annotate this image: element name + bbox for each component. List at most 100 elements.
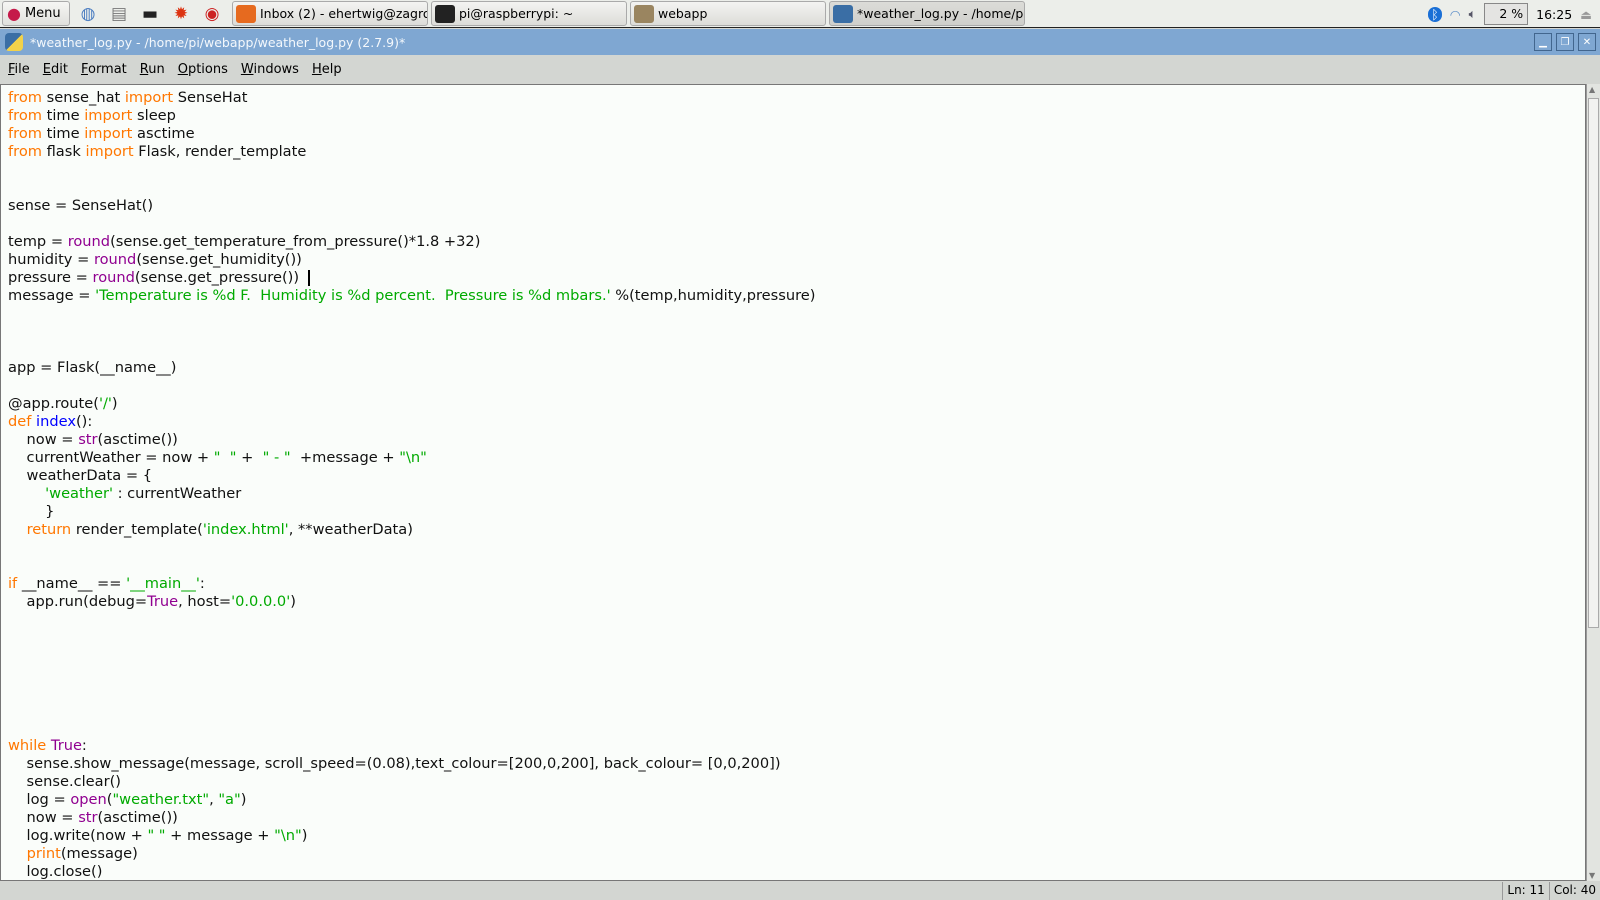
code-line: weatherData = { [8,467,1585,485]
taskbar-task[interactable]: *weather_log.py - /home/pi/... [829,1,1025,26]
code-token: } [8,503,55,520]
folder-icon [634,4,654,23]
code-token: : [81,737,87,754]
code-token: (sense.get_temperature_from_pressure()*1… [110,233,481,250]
wolfram-icon[interactable]: ◉ [199,2,225,26]
volume-icon[interactable]: 🔈︎ [1469,6,1477,22]
code-line: humidity = round(sense.get_humidity()) [8,251,1585,269]
taskbar-task[interactable]: webapp [630,1,826,26]
wifi-icon[interactable]: ◠ [1450,7,1461,22]
code-token: now = [8,809,79,826]
window-title: *weather_log.py - /home/pi/webapp/weathe… [30,34,406,50]
scrollbar-thumb[interactable] [1588,98,1599,628]
maximize-button[interactable]: ❐ [1556,33,1574,51]
code-token: +message + [290,449,400,466]
code-token: sense.clear() [8,773,121,790]
bluetooth-icon[interactable]: ᛒ [1428,6,1442,22]
code-token: (asctime()) [97,431,178,448]
code-token: asctime [132,125,195,142]
code-token: str [78,431,98,448]
eject-icon[interactable]: ⏏ [1580,7,1592,22]
code-token: , host= [178,593,232,610]
menu-windows[interactable]: Windows [241,62,299,77]
menu-run[interactable]: Run [140,62,165,77]
line-indicator: Ln: 11 [1502,882,1548,900]
code-line: while True: [8,737,1585,755]
cpu-usage: 2 % [1484,3,1529,25]
code-token: sleep [132,107,176,124]
code-line: print(message) [8,845,1585,863]
code-token: import [84,107,133,124]
web-browser-icon[interactable]: ◍ [75,2,101,26]
code-line: def index(): [8,413,1585,431]
code-token: render_template( [71,521,203,538]
menu-format[interactable]: Format [81,62,127,77]
code-token: ) [301,827,308,844]
code-editor[interactable]: from sense_hat import SenseHat from time … [0,84,1586,881]
code-token: '__main__' [126,575,200,592]
firefox-icon [236,4,256,23]
code-token: "a" [218,791,241,808]
code-token: ) [240,791,247,808]
code-line: from flask import Flask, render_template [8,143,1585,161]
code-line: message = 'Temperature is %d F. Humidity… [8,287,1585,305]
scroll-up-icon[interactable]: ▲ [1589,85,1595,94]
code-token: sense.show_message(message, scroll_speed… [8,755,781,772]
code-token: sense_hat [41,89,125,106]
code-token: (message) [60,845,138,862]
window-titlebar: *weather_log.py - /home/pi/webapp/weathe… [0,29,1600,55]
mathematica-icon[interactable]: ✹ [168,2,194,26]
menu-button[interactable]: ● Menu [2,1,70,26]
taskbar-task[interactable]: pi@raspberrypi: ~ [431,1,627,26]
code-token: print [26,845,61,862]
code-token: log = [8,791,71,808]
code-line: 'weather' : currentWeather [8,485,1585,503]
scroll-down-icon[interactable]: ▼ [1589,871,1595,880]
code-token: 'index.html' [202,521,289,538]
minimize-button[interactable]: ▁ [1534,33,1552,51]
menu-edit[interactable]: Edit [43,62,68,77]
taskbar-task[interactable]: Inbox (2) - ehertwig@zagros... [232,1,428,26]
menu-help[interactable]: Help [312,62,342,77]
code-token: import [124,89,174,106]
menu-options[interactable]: Options [178,62,228,77]
code-token: now = [8,431,79,448]
code-token: currentWeather = now + [8,449,214,466]
code-line: log.write(now + " " + message + "\n") [8,827,1585,845]
code-token: flask [41,143,86,160]
code-token: from [8,125,42,142]
code-token: '/' [98,395,112,412]
code-token: + message + [165,827,275,844]
clock[interactable]: 16:25 [1536,7,1572,22]
code-token: ) [290,593,296,610]
code-line: log = open("weather.txt", "a") [8,791,1585,809]
code-token: round [67,233,111,250]
code-token: (sense.get_pressure()) [134,269,309,286]
code-token: : [199,575,205,592]
code-token: round [93,251,137,268]
code-token: import [84,125,133,142]
code-token: Flask, render_template [133,143,307,160]
code-line: sense.show_message(message, scroll_speed… [8,755,1585,773]
taskbar: ● Menu ◍ ▤ ▬ ✹ ◉ Inbox (2) - ehertwig@za… [0,0,1600,28]
vertical-scrollbar[interactable]: ▲ ▼ [1586,84,1600,881]
menu-file[interactable]: File [8,62,30,77]
file-manager-icon[interactable]: ▤ [106,2,132,26]
terminal-icon[interactable]: ▬ [137,2,163,26]
close-button[interactable]: ✕ [1578,33,1596,51]
code-token: 'Temperature is %d F. Humidity is %d per… [95,287,611,304]
code-token: time [41,107,85,124]
code-token: import [85,143,134,160]
code-token: , [209,791,219,808]
